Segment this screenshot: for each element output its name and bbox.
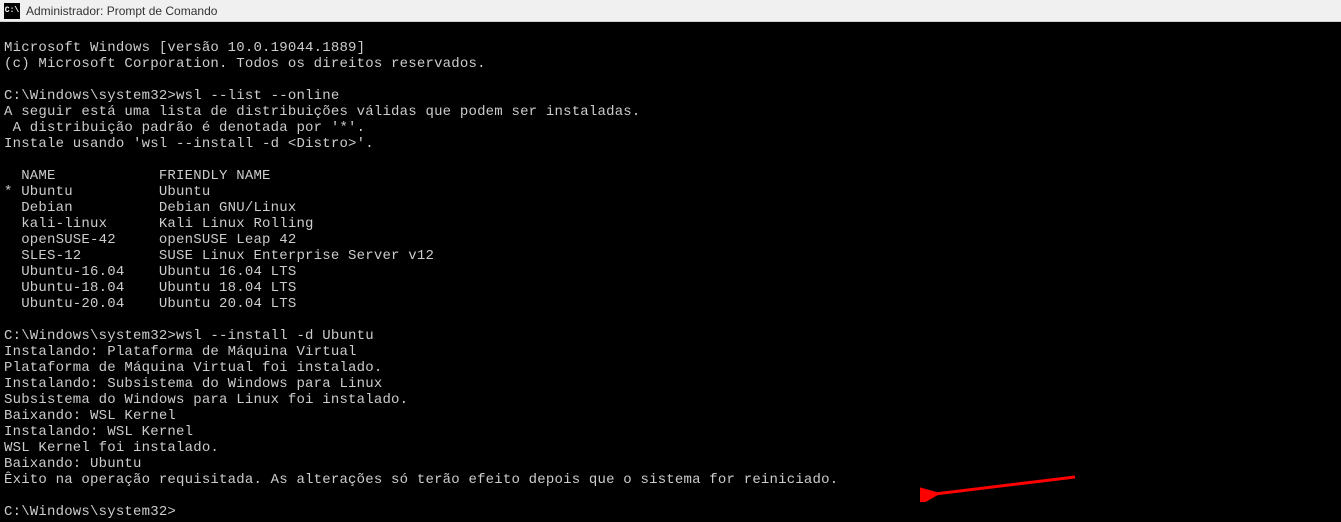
terminal-line <box>4 72 1337 88</box>
terminal-line: SLES-12 SUSE Linux Enterprise Server v12 <box>4 248 1337 264</box>
terminal-line: C:\Windows\system32>wsl --install -d Ubu… <box>4 328 1337 344</box>
terminal-line: C:\Windows\system32>wsl --list --online <box>4 88 1337 104</box>
terminal-line <box>4 488 1337 504</box>
terminal-line: Subsistema do Windows para Linux foi ins… <box>4 392 1337 408</box>
terminal-line: Instalando: WSL Kernel <box>4 424 1337 440</box>
window-title: Administrador: Prompt de Comando <box>26 4 217 18</box>
terminal-line: NAME FRIENDLY NAME <box>4 168 1337 184</box>
terminal-line <box>4 312 1337 328</box>
terminal-line: Baixando: WSL Kernel <box>4 408 1337 424</box>
terminal-line: Instale usando 'wsl --install -d <Distro… <box>4 136 1337 152</box>
terminal-line: kali-linux Kali Linux Rolling <box>4 216 1337 232</box>
terminal-line: A distribuição padrão é denotada por '*'… <box>4 120 1337 136</box>
terminal-line: WSL Kernel foi instalado. <box>4 440 1337 456</box>
terminal-line: C:\Windows\system32> <box>4 504 1337 520</box>
terminal-line: Debian Debian GNU/Linux <box>4 200 1337 216</box>
terminal-line: (c) Microsoft Corporation. Todos os dire… <box>4 56 1337 72</box>
terminal-line: Ubuntu-18.04 Ubuntu 18.04 LTS <box>4 280 1337 296</box>
terminal-line: openSUSE-42 openSUSE Leap 42 <box>4 232 1337 248</box>
cmd-icon: C:\ <box>4 3 20 19</box>
terminal-line: Instalando: Subsistema do Windows para L… <box>4 376 1337 392</box>
terminal-line: A seguir está uma lista de distribuições… <box>4 104 1337 120</box>
window-titlebar[interactable]: C:\ Administrador: Prompt de Comando <box>0 0 1341 22</box>
terminal-line: Ubuntu-16.04 Ubuntu 16.04 LTS <box>4 264 1337 280</box>
terminal-line: * Ubuntu Ubuntu <box>4 184 1337 200</box>
terminal-line: Microsoft Windows [versão 10.0.19044.188… <box>4 40 1337 56</box>
terminal-line: Plataforma de Máquina Virtual foi instal… <box>4 360 1337 376</box>
terminal-line: Baixando: Ubuntu <box>4 456 1337 472</box>
terminal-line: Ubuntu-20.04 Ubuntu 20.04 LTS <box>4 296 1337 312</box>
terminal-line <box>4 152 1337 168</box>
terminal-line: Instalando: Plataforma de Máquina Virtua… <box>4 344 1337 360</box>
terminal-area[interactable]: Microsoft Windows [versão 10.0.19044.188… <box>0 22 1341 522</box>
terminal-line: Êxito na operação requisitada. As altera… <box>4 472 1337 488</box>
